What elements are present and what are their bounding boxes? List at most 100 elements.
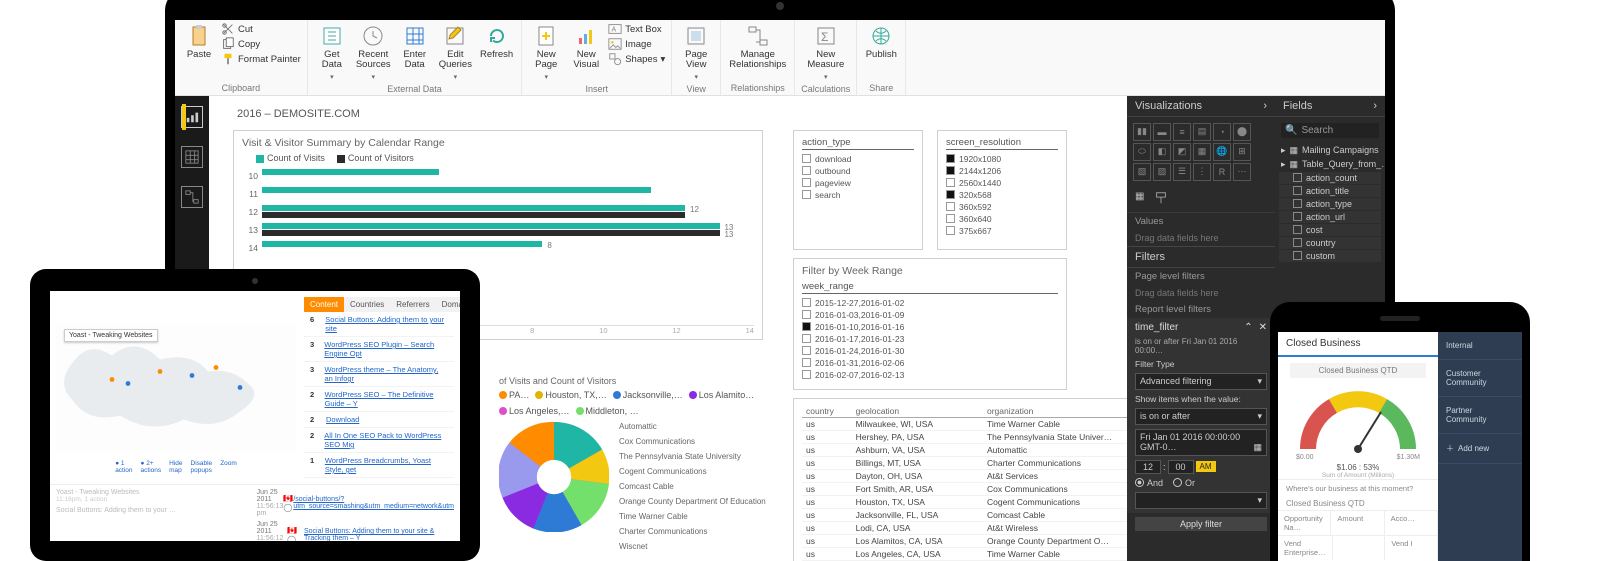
visualization-type-button[interactable]: ▨ — [1153, 163, 1171, 181]
visualization-type-button[interactable]: ▦ — [1193, 143, 1211, 161]
fields-search[interactable]: 🔍Search — [1281, 123, 1379, 138]
shapes-button[interactable]: Shapes▾ — [608, 52, 665, 66]
gauge-visual[interactable] — [1278, 384, 1438, 454]
content-list-item[interactable]: 3WordPress SEO Plugin – Search Engine Op… — [304, 337, 454, 362]
activity-row[interactable]: Jun 25 201111:56:12 pm🇨🇦 ◯Social Buttons… — [257, 521, 454, 541]
values-drag-zone[interactable]: Drag data fields here — [1127, 230, 1275, 246]
and-radio[interactable]: And — [1135, 478, 1163, 488]
field-item[interactable]: custom — [1279, 250, 1381, 262]
recent-sources-button[interactable]: Recent Sources▾ — [354, 22, 393, 83]
slicer-item[interactable]: 2016-02-07,2016-02-13 — [802, 369, 1058, 381]
map-legend-item[interactable]: Zoom — [220, 460, 237, 474]
slicer-item[interactable]: 2016-01-31,2016-02-06 — [802, 357, 1058, 369]
field-group[interactable]: ▸ ▦ Mailing Campaigns — [1279, 144, 1381, 157]
visualization-type-button[interactable]: R — [1213, 163, 1231, 181]
or-radio[interactable]: Or — [1173, 478, 1195, 488]
condition-select[interactable]: is on or after ▾ — [1135, 408, 1267, 425]
visualization-type-button[interactable]: ⬤ — [1233, 123, 1251, 141]
field-item[interactable]: action_url — [1279, 211, 1381, 223]
field-item[interactable]: action_title — [1279, 185, 1381, 197]
slicer-item[interactable]: 360x640 — [946, 213, 1058, 225]
visualization-type-button[interactable]: ◧ — [1153, 143, 1171, 161]
slicer-item[interactable]: 2016-01-03,2016-01-09 — [802, 309, 1058, 321]
content-list-item[interactable]: 2Download — [304, 412, 454, 428]
table-row[interactable]: usLos Angeles, CA, USATime Warner Cable1 — [802, 547, 1127, 560]
edit-queries-button[interactable]: Edit Queries▾ — [437, 22, 474, 83]
date-input[interactable]: Fri Jan 01 2016 00:00:00 GMT-0… ▦ — [1135, 429, 1267, 456]
activity-row[interactable]: Jun 25 201111:56:13 pm🇨🇦 ◯/social-button… — [257, 489, 454, 517]
filter-type-select[interactable]: Advanced filtering ▾ — [1135, 373, 1267, 390]
field-item[interactable]: cost — [1279, 224, 1381, 236]
world-map[interactable]: Yoast - Tweaking Websites ● 1 action● 2+… — [56, 297, 296, 478]
page-filter-drag-zone[interactable]: Drag data fields here — [1127, 285, 1275, 301]
visualization-type-button[interactable]: ⊞ — [1233, 143, 1251, 161]
visualization-type-button[interactable]: ⬭ — [1133, 143, 1151, 161]
apply-filter-button[interactable]: Apply filter — [1135, 517, 1267, 531]
second-condition-select[interactable]: ▾ — [1135, 492, 1267, 509]
slicer-item[interactable]: download — [802, 153, 914, 165]
bottom-left-item[interactable]: Social Buttons: Adding them to your … — [56, 507, 249, 514]
table-row[interactable]: usHouston, TX, USACogent Communications1 — [802, 495, 1127, 508]
table-row[interactable]: usAshburn, VA, USAAutomattic2 — [802, 443, 1127, 456]
table-header[interactable]: country — [802, 405, 852, 418]
slicer-week-range[interactable]: Filter by Week Range week_range 2015-12-… — [793, 258, 1067, 390]
table-row[interactable]: usLodi, CA, USAAt&t Wireless1 — [802, 521, 1127, 534]
content-list-item[interactable]: 3WordPress theme – The Anatomy, an Infog… — [304, 362, 454, 387]
slicer-item[interactable]: 2016-01-10,2016-01-16 — [802, 321, 1058, 333]
visualization-type-button[interactable]: ⋮ — [1193, 163, 1211, 181]
map-legend-item[interactable]: ● 1 action — [115, 460, 132, 474]
data-view-button[interactable] — [181, 146, 203, 168]
opportunity-table-row[interactable]: Vend Enterprise…Vend I — [1278, 535, 1438, 560]
field-item[interactable]: country — [1279, 237, 1381, 249]
tab-countries[interactable]: Countries — [344, 297, 390, 312]
new-visual-button[interactable]: New Visual — [568, 22, 604, 73]
visualization-type-button[interactable]: ☰ — [1173, 163, 1191, 181]
manage-relationships-button[interactable]: Manage Relationships — [727, 22, 788, 73]
visualization-type-button[interactable]: ◔ — [1213, 123, 1231, 141]
slicer-item[interactable]: 2016-01-24,2016-01-30 — [802, 345, 1058, 357]
side-item-customer[interactable]: Customer Community — [1438, 360, 1522, 397]
pie-chart-visual[interactable]: of Visits and Count of Visitors PA…Houst… — [499, 376, 789, 561]
slicer-item[interactable]: search — [802, 189, 914, 201]
visualization-type-button[interactable]: ≡ — [1173, 123, 1191, 141]
collapse-icon[interactable]: › — [1263, 100, 1267, 112]
paste-button[interactable]: Paste — [181, 22, 217, 62]
visualization-type-button[interactable]: ⋯ — [1233, 163, 1251, 181]
nl-question[interactable]: Where's our business at this moment? — [1278, 479, 1438, 497]
bottom-left-item[interactable]: Yoast - Tweaking Websites11:16pm, 1 acti… — [56, 489, 249, 503]
slicer-item[interactable]: pageview — [802, 177, 914, 189]
slicer-screen-resolution[interactable]: screen_resolution 1920x10802144x12062560… — [937, 130, 1067, 250]
table-row[interactable]: usLos Alamitos, CA, USAOrange County Dep… — [802, 534, 1127, 547]
new-page-button[interactable]: New Page▾ — [528, 22, 564, 83]
tab-content[interactable]: Content — [304, 297, 344, 312]
visualization-type-button[interactable]: ▮▮ — [1133, 123, 1151, 141]
map-legend-item[interactable]: Hide map — [169, 460, 182, 474]
map-legend-item[interactable]: Disable popups — [191, 460, 213, 474]
slicer-item[interactable]: 2015-12-27,2016-01-02 — [802, 297, 1058, 309]
copy-button[interactable]: Copy — [221, 37, 301, 51]
side-item-internal[interactable]: Internal — [1438, 332, 1522, 360]
table-header[interactable]: geolocation — [852, 405, 983, 418]
table-visual[interactable]: countrygeolocationorganizationCount of V… — [793, 398, 1127, 561]
map-legend-item[interactable]: ● 2+ actions — [141, 460, 162, 474]
cut-button[interactable]: Cut — [221, 22, 301, 36]
content-list-item[interactable]: 1WordPress Breadcrumbs, Yoast Style, get — [304, 453, 454, 478]
slicer-item[interactable]: 2144x1206 — [946, 165, 1058, 177]
content-list-item[interactable]: 6Social Buttons: Adding them to your sit… — [304, 312, 454, 337]
slicer-item[interactable]: 2016-01-17,2016-01-23 — [802, 333, 1058, 345]
slicer-item[interactable]: 1920x1080 — [946, 153, 1058, 165]
format-painter-button[interactable]: Format Painter — [221, 52, 301, 66]
table-header[interactable]: organization — [983, 405, 1127, 418]
content-list-item[interactable]: 2WordPress SEO – The Definitive Guide – … — [304, 387, 454, 412]
minute-input[interactable]: 00 — [1168, 460, 1194, 474]
field-item[interactable]: action_type — [1279, 198, 1381, 210]
side-item-partner[interactable]: Partner Community — [1438, 397, 1522, 434]
tab-domains[interactable]: Domains — [436, 297, 460, 312]
table-row[interactable]: usBillings, MT, USACharter Communication… — [802, 456, 1127, 469]
table-row[interactable]: usFort Smith, AR, USACox Communications1 — [802, 482, 1127, 495]
field-item[interactable]: action_count — [1279, 172, 1381, 184]
model-view-button[interactable] — [181, 186, 203, 208]
get-data-button[interactable]: Get Data▾ — [314, 22, 350, 83]
table-row[interactable]: usMilwaukee, WI, USATime Warner Cable2 — [802, 417, 1127, 430]
enter-data-button[interactable]: Enter Data — [397, 22, 433, 73]
